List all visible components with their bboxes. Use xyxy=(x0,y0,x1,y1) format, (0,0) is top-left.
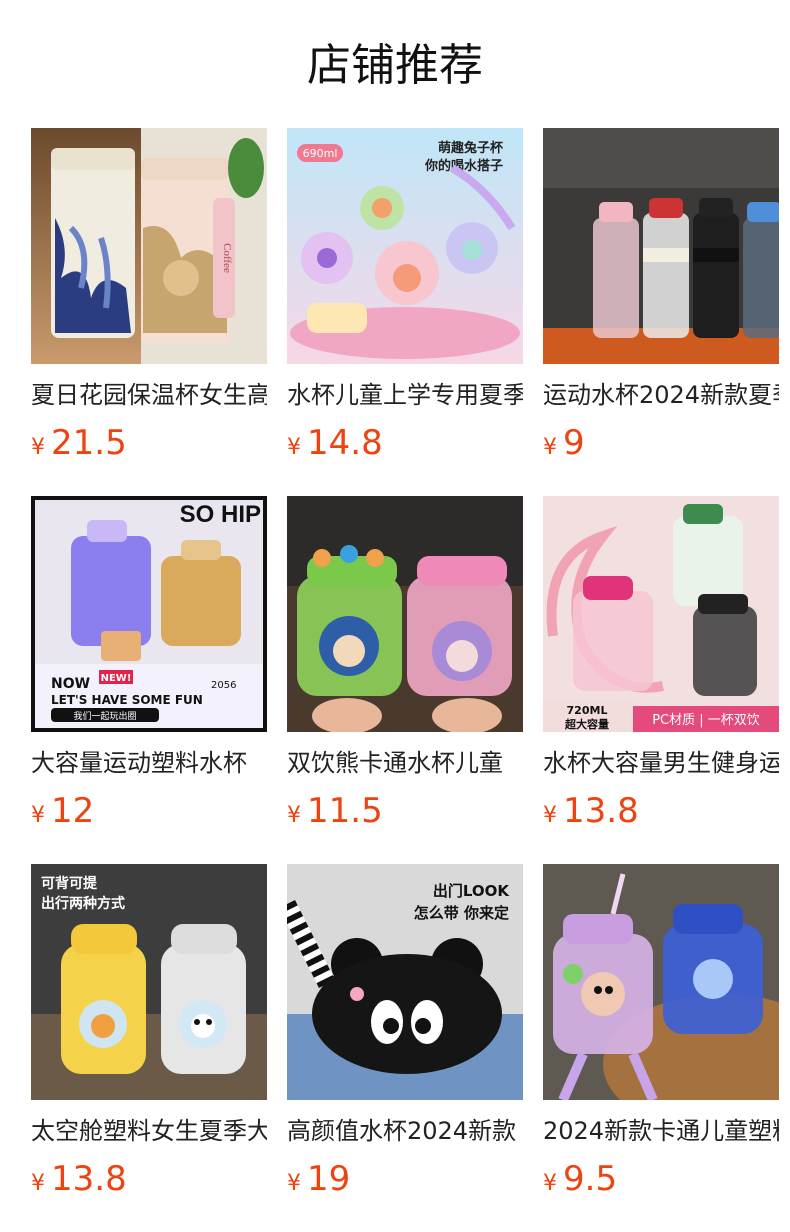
currency-symbol: ¥ xyxy=(31,435,45,460)
product-card[interactable]: 690ml 萌趣兔子杯 你的喝水搭子 水杯儿童上学专用夏季 ¥14.8 xyxy=(287,128,523,496)
currency-symbol: ¥ xyxy=(31,803,45,828)
currency-symbol: ¥ xyxy=(543,435,557,460)
price-amount: 12 xyxy=(51,791,95,831)
image-caption: 怎么带 你来定 xyxy=(414,904,509,922)
image-caption: LET'S HAVE SOME FUN xyxy=(51,693,203,707)
image-caption: NOW xyxy=(51,676,90,692)
product-name[interactable]: 水杯儿童上学专用夏季 xyxy=(287,379,523,411)
product-card[interactable]: 出门LOOK 怎么带 你来定 高颜值水杯2024新款 ¥19 xyxy=(287,864,523,1232)
capacity-badge: 690ml xyxy=(303,147,338,160)
product-price: ¥13.8 xyxy=(31,1157,267,1201)
price-amount: 19 xyxy=(307,1159,351,1199)
image-caption: SO HIP xyxy=(180,501,261,528)
price-amount: 11.5 xyxy=(307,791,383,831)
product-image[interactable] xyxy=(287,496,523,732)
product-price: ¥11.5 xyxy=(287,789,523,833)
section-title: 店铺推荐 xyxy=(307,40,483,91)
product-price: ¥19 xyxy=(287,1157,523,1201)
product-grid: Coffee 夏日花园保温杯女生高颜值 ¥21.5 690ml 萌趣兔子杯 你的… xyxy=(31,128,779,1232)
image-caption: Coffee xyxy=(221,243,233,273)
new-badge: NEW! xyxy=(101,673,132,684)
product-name[interactable]: 运动水杯2024新款夏季 xyxy=(543,379,779,411)
price-amount: 13.8 xyxy=(51,1159,127,1199)
product-card[interactable]: 2024新款卡通儿童塑料 ¥9.5 xyxy=(543,864,779,1232)
price-amount: 9.5 xyxy=(563,1159,618,1199)
currency-symbol: ¥ xyxy=(287,1171,301,1196)
product-price: ¥12 xyxy=(31,789,267,833)
product-image[interactable]: 可背可提 出行两种方式 xyxy=(31,864,267,1100)
product-image[interactable]: 690ml 萌趣兔子杯 你的喝水搭子 xyxy=(287,128,523,364)
product-image[interactable]: Coffee xyxy=(31,128,267,364)
currency-symbol: ¥ xyxy=(543,803,557,828)
product-image[interactable] xyxy=(543,128,779,364)
product-card[interactable]: 可背可提 出行两种方式 太空舱塑料女生夏季大容量 ¥13.8 xyxy=(31,864,267,1232)
image-caption: 萌趣兔子杯 xyxy=(438,140,504,156)
product-image[interactable]: 出门LOOK 怎么带 你来定 xyxy=(287,864,523,1100)
product-card[interactable]: 运动水杯2024新款夏季 ¥9 xyxy=(543,128,779,496)
capacity-badge: 超大容量 xyxy=(564,717,609,731)
image-caption: PC材质 | 一杯双饮 xyxy=(652,713,760,728)
product-price: ¥13.8 xyxy=(543,789,779,833)
product-price: ¥14.8 xyxy=(287,421,523,465)
price-amount: 21.5 xyxy=(51,423,127,463)
price-amount: 14.8 xyxy=(307,423,383,463)
image-caption: 出行两种方式 xyxy=(41,895,125,912)
product-name[interactable]: 水杯大容量男生健身运动 xyxy=(543,747,779,779)
product-image[interactable]: 720ML 超大容量 PC材质 | 一杯双饮 xyxy=(543,496,779,732)
product-card[interactable]: 双饮熊卡通水杯儿童 ¥11.5 xyxy=(287,496,523,864)
currency-symbol: ¥ xyxy=(287,803,301,828)
product-name[interactable]: 双饮熊卡通水杯儿童 xyxy=(287,747,523,779)
product-card[interactable]: 720ML 超大容量 PC材质 | 一杯双饮 水杯大容量男生健身运动 ¥13.8 xyxy=(543,496,779,864)
image-caption: 出门LOOK xyxy=(433,882,511,900)
price-amount: 9 xyxy=(563,423,585,463)
image-caption: 可背可提 xyxy=(41,875,98,892)
product-image[interactable]: SO HIP NOW NEW! 2056 LET'S HAVE SOME FUN… xyxy=(31,496,267,732)
product-image[interactable] xyxy=(543,864,779,1100)
product-price: ¥9 xyxy=(543,421,779,465)
product-name[interactable]: 夏日花园保温杯女生高颜值 xyxy=(31,379,267,411)
product-card[interactable]: Coffee 夏日花园保温杯女生高颜值 ¥21.5 xyxy=(31,128,267,496)
currency-symbol: ¥ xyxy=(31,1171,45,1196)
price-amount: 13.8 xyxy=(563,791,639,831)
product-name[interactable]: 2024新款卡通儿童塑料 xyxy=(543,1115,779,1147)
product-card[interactable]: SO HIP NOW NEW! 2056 LET'S HAVE SOME FUN… xyxy=(31,496,267,864)
product-name[interactable]: 高颜值水杯2024新款 xyxy=(287,1115,523,1147)
currency-symbol: ¥ xyxy=(287,435,301,460)
product-name[interactable]: 大容量运动塑料水杯 xyxy=(31,747,267,779)
product-price: ¥9.5 xyxy=(543,1157,779,1201)
product-name[interactable]: 太空舱塑料女生夏季大容量 xyxy=(31,1115,267,1147)
product-price: ¥21.5 xyxy=(31,421,267,465)
currency-symbol: ¥ xyxy=(543,1171,557,1196)
image-caption: 我们一起玩出圈 xyxy=(73,710,136,722)
capacity-badge: 720ML xyxy=(567,704,608,717)
code-badge: 2056 xyxy=(211,680,236,691)
